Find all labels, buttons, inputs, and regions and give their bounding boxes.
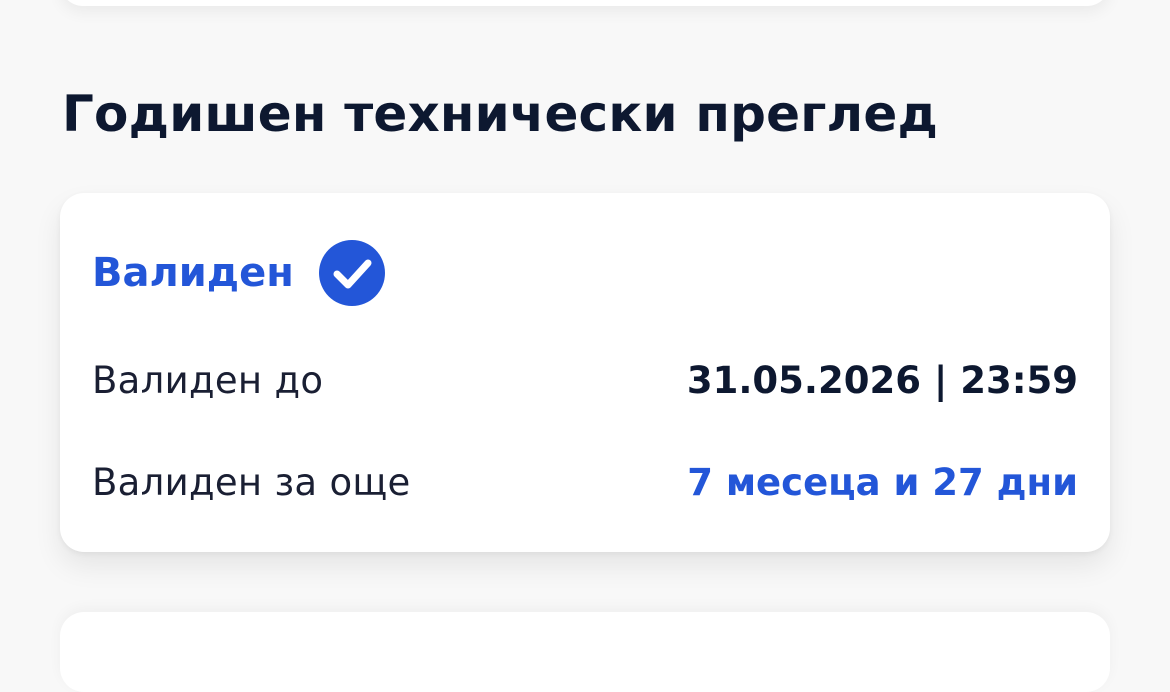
section-title: Годишен технически преглед bbox=[62, 85, 939, 143]
valid-for-label: Валиден за още bbox=[92, 460, 411, 504]
valid-until-row: Валиден до 31.05.2026 | 23:59 bbox=[92, 350, 1078, 410]
next-card-edge bbox=[60, 612, 1110, 692]
check-circle-icon bbox=[318, 239, 386, 307]
valid-for-value: 7 месеца и 27 дни bbox=[687, 460, 1078, 504]
inspection-card: Валиден Валиден до 31.05.2026 | 23:59 Ва… bbox=[60, 193, 1110, 552]
valid-for-row: Валиден за още 7 месеца и 27 дни bbox=[92, 452, 1078, 512]
valid-until-label: Валиден до bbox=[92, 358, 324, 402]
status-label: Валиден bbox=[92, 250, 294, 296]
previous-card-edge bbox=[60, 0, 1110, 6]
valid-until-value: 31.05.2026 | 23:59 bbox=[686, 358, 1078, 402]
status-row: Валиден bbox=[92, 238, 386, 308]
